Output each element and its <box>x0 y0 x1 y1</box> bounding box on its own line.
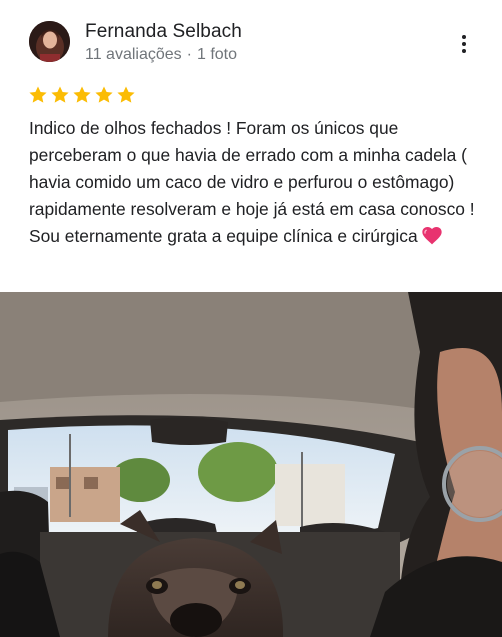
review-photo-image <box>0 292 502 637</box>
author-meta: 11 avaliações · 1 foto <box>85 45 237 65</box>
review-count: 11 avaliações <box>85 46 182 63</box>
more-vert-icon <box>462 35 466 39</box>
review-text: Indico de olhos fechados ! Foram os únic… <box>29 115 489 250</box>
more-vert-icon-dot <box>462 49 466 53</box>
review-body: Indico de olhos fechados ! Foram os únic… <box>29 118 475 246</box>
meta-separator: · <box>186 46 192 63</box>
avatar[interactable] <box>29 21 70 62</box>
review-card: Fernanda Selbach 11 avaliações · 1 foto In… <box>0 0 502 637</box>
star-rating <box>28 85 136 107</box>
star-icon <box>117 86 135 103</box>
star-icon <box>29 86 47 103</box>
author-name[interactable]: Fernanda Selbach <box>85 20 242 44</box>
heart-icon <box>421 227 442 245</box>
avatar-image <box>29 21 70 62</box>
review-photo[interactable] <box>0 292 502 637</box>
photo-count: 1 foto <box>196 46 238 63</box>
more-options-button[interactable] <box>452 32 476 56</box>
more-vert-icon-dot <box>462 42 466 46</box>
star-icon <box>73 86 91 103</box>
star-icon <box>95 86 113 103</box>
star-icon <box>51 86 69 103</box>
review-header: Fernanda Selbach 11 avaliações · 1 foto <box>0 0 502 82</box>
